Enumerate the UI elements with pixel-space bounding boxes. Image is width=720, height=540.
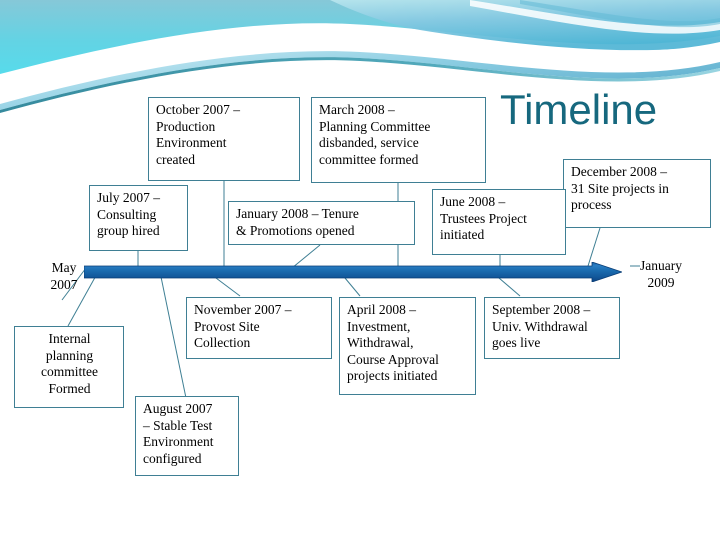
event-box-july-2007[interactable]: July 2007 – Consulting group hired <box>89 185 188 251</box>
event-box-september-2008[interactable]: September 2008 – Univ. Withdrawal goes l… <box>484 297 620 359</box>
event-box-november-2007[interactable]: November 2007 – Provost Site Collection <box>186 297 332 359</box>
event-box-december-2008[interactable]: December 2008 – 31 Site projects in proc… <box>563 159 711 228</box>
timeline-arrow <box>84 262 622 282</box>
event-box-march-2008[interactable]: March 2008 – Planning Committee disbande… <box>311 97 486 183</box>
page-title: Timeline <box>500 86 658 133</box>
event-box-june-2008[interactable]: June 2008 – Trustees Project initiated <box>432 189 566 255</box>
event-box-august-2007[interactable]: August 2007 – Stable Test Environment co… <box>135 396 239 476</box>
connector-december-2008 <box>587 227 601 267</box>
event-box-april-2008[interactable]: April 2008 – Investment, Withdrawal, Cou… <box>339 297 476 395</box>
connector-august-2007 <box>159 271 187 399</box>
timeline-slide: Timeline May 2007 January 2009 October 2… <box>0 0 720 540</box>
timeline-start-label: May 2007 <box>50 260 78 292</box>
event-box-january-2008[interactable]: January 2008 – Tenure & Promotions opene… <box>228 201 415 245</box>
timeline-end-label: January 2009 <box>640 258 682 290</box>
event-box-october-2007[interactable]: October 2007 – Production Environment cr… <box>148 97 300 181</box>
event-box-internal-planning[interactable]: Internal planning committee Formed <box>14 326 124 408</box>
